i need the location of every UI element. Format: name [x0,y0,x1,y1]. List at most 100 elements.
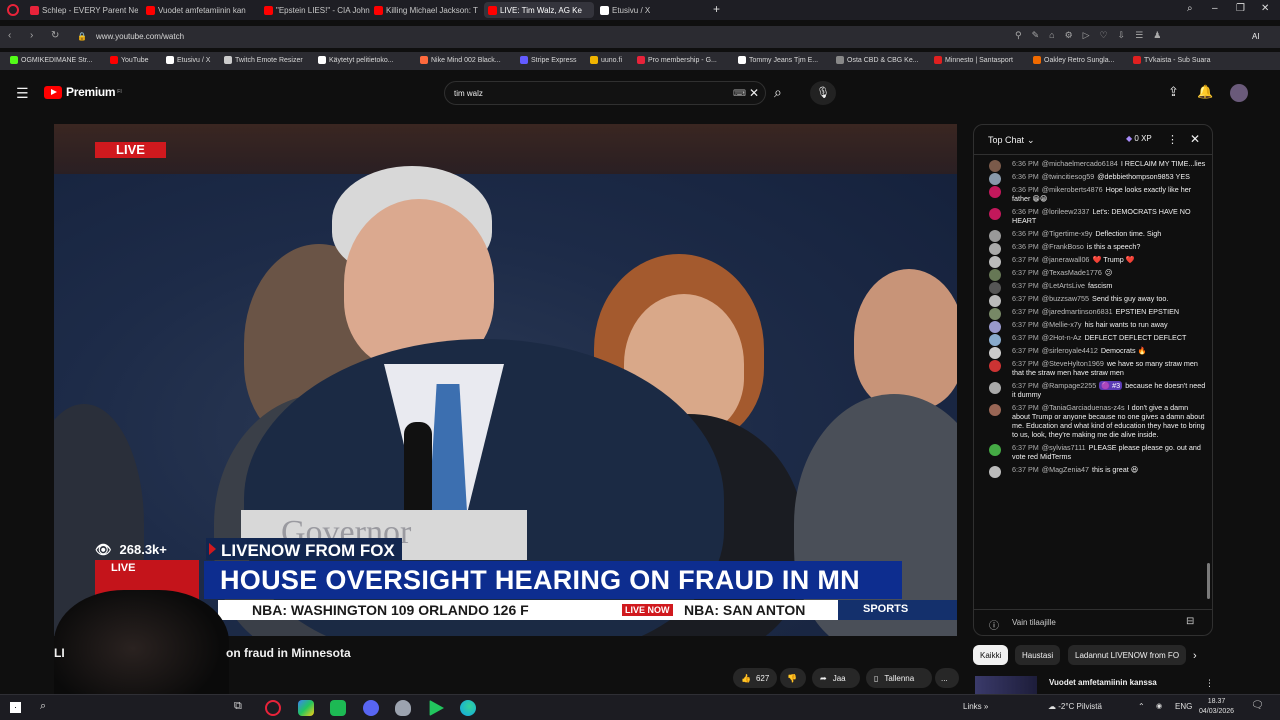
chat-message[interactable]: 6:37 PM @SteveHylton1969 we have so many s… [974,357,1212,379]
forward-icon[interactable]: › [30,30,33,41]
chat-message[interactable]: 6:36 PM @Tigertime-x9y Deflection time. Si… [974,227,1212,242]
chat-message[interactable]: 6:37 PM @buzzsaw755 Send this guy away too… [974,292,1212,307]
opera-logo-icon[interactable] [7,4,19,16]
minimize-icon[interactable]: – [1212,3,1218,14]
chat-input[interactable]: ⓘ Vain tilaajille ⊟ [974,609,1212,635]
bookmark-item[interactable]: Stripe Express [520,56,577,64]
bookmark-item[interactable]: Oakley Retro Sungla... [1033,56,1114,64]
maximize-icon[interactable]: ❐ [1236,3,1245,14]
chat-message[interactable]: 6:37 PM @sirleroyale4412 Democrats 🔥 [974,344,1212,359]
more-actions-button[interactable]: ... [935,668,959,688]
chat-message[interactable]: 6:37 PM @jaredmartinson6831 EPSTIEN EPSTIE… [974,305,1212,320]
chat-message[interactable]: 6:37 PM @TexasMade1776 😕 [974,266,1212,281]
chat-message[interactable]: 6:36 PM @twincitiesog59 @debbiethompson985… [974,170,1212,185]
opera-taskbar-icon[interactable] [265,700,281,716]
bookmark-item[interactable]: Nike Mind 002 Black... [420,56,501,64]
windows-start-icon[interactable] [10,702,21,713]
browser-tab[interactable]: "Epstein LIES!" - CIA John [264,2,370,18]
chat-author[interactable]: @SteveHylton1969 [1042,359,1104,368]
back-icon[interactable]: ‹ [8,30,11,41]
video-player[interactable]: LIVE Governor 👁 268.3k+ LIVENOW FROM FOX … [54,124,957,636]
chat-message[interactable]: 6:37 PM @TaniaGarciaduenas-z4s I don't giv… [974,401,1212,441]
bookmark-item[interactable]: uuno.fi [590,56,622,64]
chat-author[interactable]: @TexasMade1776 [1042,268,1102,277]
chips-next-icon[interactable]: › [1193,650,1197,662]
avatar[interactable] [1230,84,1248,102]
chat-message[interactable]: 6:37 PM @MagZenia47 this is great 😆 [974,463,1212,478]
chat-author[interactable]: @jaredmartinson6831 [1042,307,1113,316]
chat-author[interactable]: @sirleroyale4412 [1042,346,1098,355]
chat-more-icon[interactable]: ⋮ [1167,133,1178,146]
reload-icon[interactable]: ↻ [51,30,59,41]
recommended-more-icon[interactable]: ⋮ [1205,678,1214,689]
notification-center-icon[interactable]: 🗨 [1251,700,1264,711]
bookmark-item[interactable]: OGMIKEDIMANE Str... [10,56,93,64]
search-icon[interactable]: ⌕ [774,84,782,101]
clock[interactable]: 18.37 04/03/2026 [1199,697,1234,717]
links-toolbar[interactable]: Links » [963,702,988,711]
discord-taskbar-icon[interactable] [363,700,379,716]
chat-message[interactable]: 6:37 PM @Rampage2255 🟣 #3 because he doesn'… [974,379,1212,401]
like-button[interactable]: 👍 627 [733,668,777,688]
chat-message[interactable]: 6:36 PM @mikeroberts4876 Hope looks exactl… [974,183,1212,205]
dislike-button[interactable]: 👎 [780,668,806,688]
bookmark-item[interactable]: Twitch Emote Resizer [224,56,303,64]
browser-tab[interactable]: Schlep - EVERY Parent Ne [30,2,138,18]
chat-author[interactable]: @janerawall06 [1042,255,1090,264]
browser-tab[interactable]: Etusivu / X [600,2,700,18]
bookmark-item[interactable]: YouTube [110,56,149,64]
chip-all[interactable]: Kaikki [973,645,1009,665]
bookmark-item[interactable]: Tommy Jeans Tjm E... [738,56,818,64]
task-view-icon[interactable]: ⧉ [234,700,242,713]
media-player-taskbar-icon[interactable] [429,700,444,716]
chat-author[interactable]: @MagZenia47 [1042,465,1089,474]
chat-author[interactable]: @michaelmercado6184 [1042,159,1118,168]
chat-message[interactable]: 6:37 PM @sylvias7111 PLEASE please please … [974,441,1212,463]
language-indicator[interactable]: ENG [1175,702,1192,711]
ai-button[interactable]: AI [1252,32,1260,41]
notifications-icon[interactable]: 🔔 [1197,84,1213,100]
chat-author[interactable]: @LetArtsLive [1042,281,1085,290]
chat-author[interactable]: @twincitiesog59 [1042,172,1094,181]
chat-message[interactable]: 6:36 PM @michaelmercado6184 I RECLAIM MY T… [974,157,1212,172]
spotify-taskbar-icon[interactable] [330,700,346,716]
chat-author[interactable]: @Rampage2255 [1042,381,1096,390]
chat-author[interactable]: @buzzsaw755 [1042,294,1089,303]
chat-message[interactable]: 6:37 PM @2Hot-n-Az DEFLECT DEFLECT DEFLECT [974,331,1212,346]
chat-settings-icon[interactable]: ⊟ [1186,616,1194,627]
browser-tab-active[interactable]: LIVE: Tim Walz, AG Ke [484,2,594,18]
browser-tab[interactable]: Killing Michael Jackson: T [374,2,482,18]
chat-message[interactable]: 6:37 PM @Mellie-x7y his hair wants to run … [974,318,1212,333]
chat-author[interactable]: @sylvias7111 [1042,443,1086,452]
edge-taskbar-icon[interactable] [460,700,476,716]
chat-message[interactable]: 6:36 PM @FrankBoso is this a speech? [974,240,1212,255]
chat-message[interactable]: 6:36 PM @lorileew2337 Let's: DEMOCRATS HAV… [974,205,1212,227]
weather-widget[interactable]: ☁ -2°C Pilvistä [1048,702,1102,711]
chat-message[interactable]: 6:37 PM @LetArtsLive fascism [974,279,1212,294]
keyboard-icon[interactable]: ⌨ [733,88,746,99]
bookmark-item[interactable]: Käytetyt pelitietoko... [318,56,394,64]
share-button[interactable]: ➦ Jaa [812,668,860,688]
new-tab-button[interactable]: + [713,2,720,16]
create-icon[interactable]: ⇪ [1168,84,1179,100]
photos-taskbar-icon[interactable] [298,700,314,716]
network-volume-icons[interactable]: ◉ [1156,702,1162,710]
taskbar-search-icon[interactable]: ⌕ [40,700,46,713]
chat-author[interactable]: @FrankBoso [1042,242,1084,251]
bookmark-item[interactable]: TVkaista - Sub Suara [1133,56,1211,64]
close-chat-icon[interactable]: ✕ [1190,132,1200,146]
extensions-icons[interactable]: ⚲✎⌂⚙▷♡⇩☰♟ [1015,30,1171,41]
recommended-video[interactable]: Vuodet amfetamiinin kanssa ⋮ [975,676,1215,694]
chat-mode-dropdown[interactable]: Top Chat ⌄ [988,135,1035,146]
bookmark-item[interactable]: Minnesto | Santasport [934,56,1013,64]
bookmark-item[interactable]: Etusivu / X [166,56,210,64]
chat-author[interactable]: @2Hot-n-Az [1042,333,1082,342]
menu-icon[interactable]: ☰ [16,85,29,102]
chat-author[interactable]: @mikeroberts4876 [1042,185,1103,194]
url-field[interactable]: www.youtube.com/watch [96,32,184,41]
chat-author[interactable]: @Mellie-x7y [1042,320,1082,329]
chat-message[interactable]: 6:37 PM @janerawall06 ❤️ Trump ❤️ [974,253,1212,268]
youtube-logo[interactable]: Premium FI [44,85,122,99]
search-tabs-icon[interactable]: ⌕ [1187,3,1193,14]
bookmark-item[interactable]: Osta CBD & CBG Ke... [836,56,919,64]
